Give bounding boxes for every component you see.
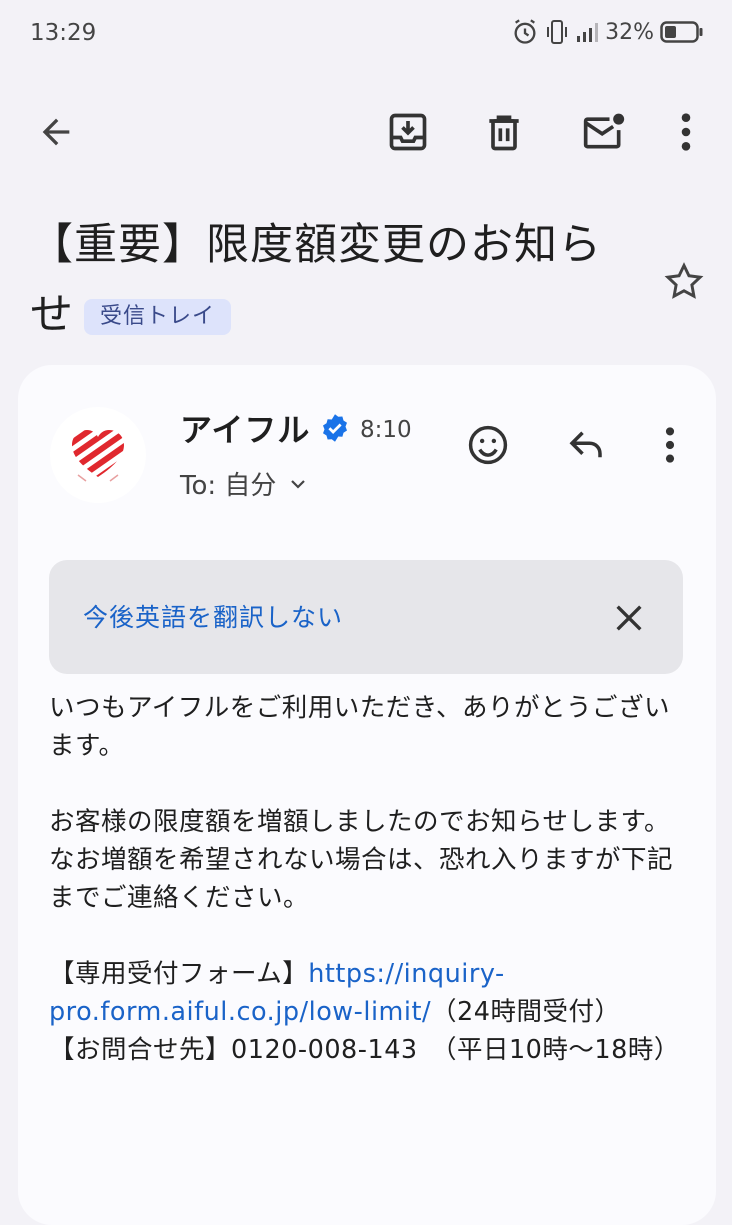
- reply-icon: [569, 431, 602, 458]
- message-body: いつもアイフルをご利用いただき、ありがとうございます。 お客様の限度額を増額しま…: [49, 689, 689, 1107]
- star-button[interactable]: [660, 258, 708, 306]
- contact-phone-number[interactable]: 0120-008-143: [231, 1035, 418, 1065]
- verified-badge-icon: [320, 413, 350, 447]
- status-bar: 13:29 32%: [0, 0, 732, 70]
- contact-hours: （平日10時〜18時）: [443, 1035, 680, 1065]
- recipient-toggle[interactable]: To: 自分: [180, 465, 310, 502]
- mark-unread-icon: [583, 113, 625, 149]
- back-arrow-icon: [42, 118, 70, 146]
- dismiss-translate-button[interactable]: [605, 594, 653, 642]
- message-more-button[interactable]: [648, 421, 692, 469]
- body-paragraph-greeting: いつもアイフルをご利用いただき、ありがとうございます。: [49, 693, 670, 761]
- chevron-down-icon: [291, 479, 306, 489]
- body-paragraph-notice: お客様の限度額を増額しましたのでお知らせします。 なお増額を希望されない場合は、…: [49, 803, 689, 917]
- aiful-logo-icon: [72, 430, 124, 482]
- star-icon: [664, 262, 704, 299]
- recipient-text: To: 自分: [180, 471, 277, 501]
- battery-percent: 32%: [605, 19, 654, 45]
- battery-icon: [660, 20, 704, 44]
- delete-button[interactable]: [478, 106, 530, 158]
- more-vert-icon: [665, 427, 675, 463]
- contact-label: 【お問合せ先】: [49, 1035, 232, 1065]
- body-line-contact-request: なお増額を希望されない場合は、恐れ入りますが下記までご連絡ください。: [49, 845, 674, 913]
- sender-avatar[interactable]: [50, 407, 146, 503]
- translate-banner: 今後英語を翻訳しない: [49, 560, 683, 674]
- vibrate-icon: [545, 18, 569, 46]
- alarm-icon: [511, 18, 539, 46]
- form-label: 【専用受付フォーム】: [49, 959, 309, 989]
- signal-icon: [575, 20, 599, 44]
- reply-button[interactable]: [562, 421, 610, 469]
- emoji-icon: [468, 425, 508, 465]
- form-hours: （24時間受付）: [431, 997, 621, 1027]
- sent-time: 8:10: [360, 417, 412, 443]
- archive-button[interactable]: [382, 106, 434, 158]
- inbox-label-chip[interactable]: 受信トレイ: [84, 298, 232, 335]
- status-icons: 32%: [511, 18, 704, 46]
- react-button[interactable]: [464, 421, 512, 469]
- sender-name[interactable]: アイフル: [180, 405, 310, 451]
- more-vert-icon: [681, 113, 691, 151]
- mark-unread-button[interactable]: [576, 106, 632, 158]
- app-bar: [0, 80, 732, 184]
- message-card: アイフル 8:10 To: 自分 今後英語を翻訳しない いつもアイフルをご利用い…: [18, 365, 716, 1225]
- dont-translate-link[interactable]: 今後英語を翻訳しない: [83, 598, 343, 634]
- status-time: 13:29: [30, 20, 97, 46]
- delete-icon: [489, 115, 519, 151]
- body-line-increase: お客様の限度額を増額しましたのでお知らせします。: [49, 807, 670, 837]
- more-options-button[interactable]: [664, 106, 708, 158]
- back-button[interactable]: [30, 106, 82, 158]
- subject-area: 【重要】限度額変更のお知らせ 受信トレイ: [30, 210, 630, 350]
- archive-icon: [389, 113, 427, 151]
- close-icon: [616, 605, 642, 631]
- body-paragraph-contacts: 【専用受付フォーム】https://inquiry-pro.form.aiful…: [49, 955, 689, 1069]
